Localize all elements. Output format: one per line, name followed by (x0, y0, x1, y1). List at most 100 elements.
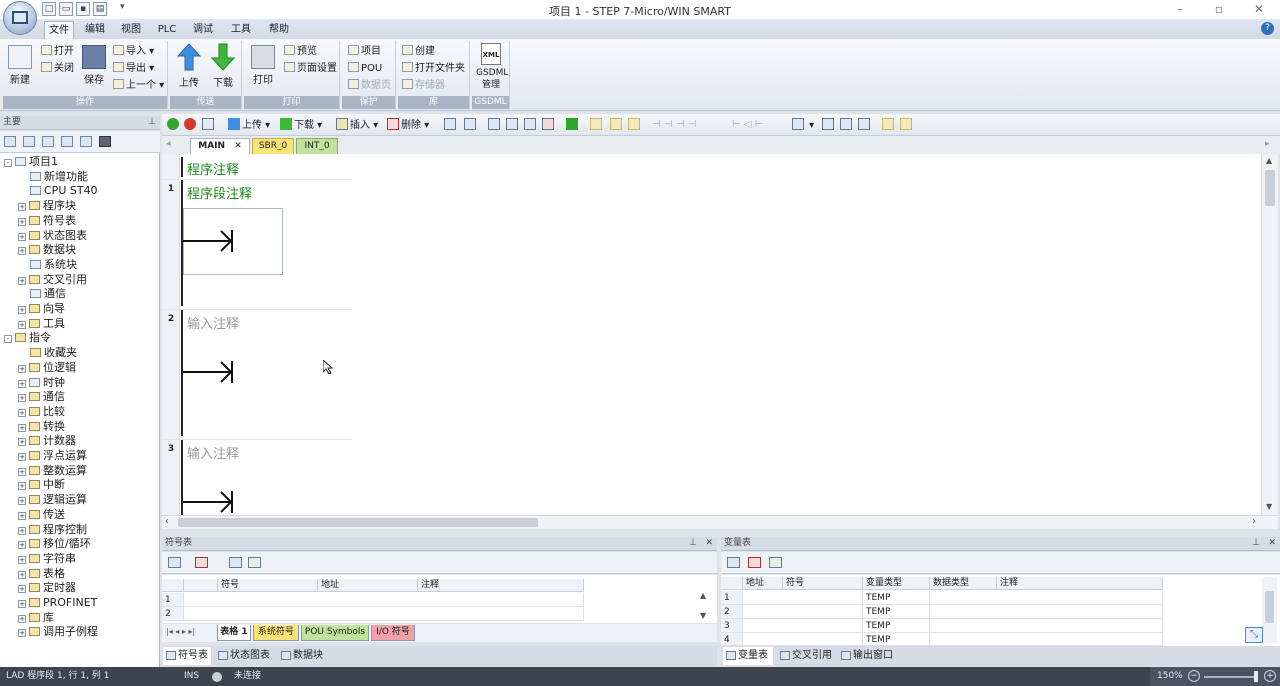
tree-item[interactable]: + 移位/循环 (18, 537, 91, 551)
scroll-up-icon[interactable]: ▲ (1266, 156, 1272, 165)
toolbar-icon[interactable] (464, 118, 478, 132)
table-cell[interactable] (930, 619, 1163, 633)
tab-sbr-0[interactable]: SBR_0 (252, 138, 294, 154)
expand-icon[interactable]: + (18, 217, 26, 226)
scroll-down-icon[interactable]: ▼ (1266, 502, 1272, 511)
table-tool-icon[interactable] (769, 557, 782, 568)
expand-icon[interactable]: + (18, 467, 26, 476)
table-add-icon[interactable] (727, 557, 740, 568)
tree-item[interactable]: 收藏夹 (18, 346, 77, 360)
pin-icon[interactable]: ⊥ (689, 537, 697, 550)
sheet-tab-io-symbols[interactable]: I/O 符号 (371, 625, 415, 641)
bottom-tab-output-window[interactable]: 输出窗口 (838, 647, 893, 665)
import-button[interactable]: 导入 ▾ (113, 44, 154, 59)
expand-icon[interactable]: + (18, 541, 26, 550)
ladder-editor[interactable] (162, 154, 1278, 515)
tree-item[interactable]: + 调用子例程 (18, 625, 98, 639)
horizontal-scroll-thumb[interactable] (178, 518, 538, 527)
tab-close-icon[interactable]: ✕ (234, 141, 242, 151)
tree-item[interactable]: - 指令 (4, 331, 51, 345)
variable-type-cell[interactable]: TEMP (863, 633, 930, 646)
expand-icon[interactable]: + (18, 408, 26, 417)
column-header[interactable]: 注释 (997, 577, 1163, 590)
table-delete-icon[interactable] (195, 557, 208, 568)
open-folder-button[interactable]: 打开文件夹 (402, 61, 465, 76)
compile-icon[interactable] (202, 118, 216, 132)
zoom-slider-thumb[interactable] (1254, 671, 1258, 682)
sheet-tab-pou-symbols[interactable]: POU Symbols (301, 625, 369, 641)
tree-item[interactable]: + 工具 (18, 317, 65, 331)
expand-icon[interactable]: + (18, 570, 26, 579)
expand-icon[interactable]: + (18, 614, 26, 623)
column-header[interactable]: 符号 (783, 577, 863, 590)
pin-icon[interactable]: ⊥ (1252, 537, 1260, 550)
tree-item[interactable]: 通信 (18, 287, 66, 301)
tree-item[interactable]: + 程序控制 (18, 523, 87, 537)
tree-item[interactable]: + 中断 (18, 478, 65, 492)
program-comment[interactable]: 程序注释 (187, 159, 239, 178)
tree-tool-icon[interactable] (42, 136, 54, 147)
tree-item[interactable]: 系统块 (18, 258, 77, 272)
expand-icon[interactable]: + (18, 320, 26, 329)
protect-pou-button[interactable]: POU (348, 61, 382, 76)
table-delete-icon[interactable] (748, 557, 761, 568)
toolbar-icon[interactable] (858, 118, 872, 132)
toolbar-icon[interactable] (542, 118, 556, 132)
toolbar-icon[interactable]: ▾ (792, 118, 814, 132)
expand-icon[interactable]: + (18, 423, 26, 432)
memory-button[interactable]: 存储器 (402, 78, 445, 93)
horizontal-scrollbar[interactable]: ‹ › (162, 515, 1278, 529)
scroll-right-icon[interactable]: › (1252, 516, 1256, 527)
variable-type-cell[interactable]: TEMP (863, 591, 930, 605)
application-menu-button[interactable] (3, 1, 37, 35)
menu-tab-plc[interactable]: PLC (152, 21, 182, 39)
table-cell[interactable] (930, 633, 1163, 646)
save-button[interactable]: 保存 (81, 45, 107, 86)
tree-item[interactable]: + 定时器 (18, 581, 76, 595)
tree-tool-icon[interactable] (99, 136, 111, 147)
tree-item[interactable]: + 传送 (18, 508, 65, 522)
table-cell[interactable] (930, 605, 1163, 619)
network-comment[interactable]: 程序段注释 (187, 183, 252, 202)
table-tool-icon[interactable] (229, 557, 242, 568)
expand-icon[interactable]: + (18, 482, 26, 491)
column-header[interactable]: 变量类型 (863, 577, 930, 590)
network-comment-placeholder[interactable]: 输入注释 (187, 443, 239, 462)
scroll-up-icon[interactable]: ▲ (700, 591, 706, 600)
new-button[interactable]: 新建 (7, 45, 33, 86)
variable-type-cell[interactable]: TEMP (863, 619, 930, 633)
bottom-tab-status-chart[interactable]: 状态图表 (215, 647, 270, 665)
scroll-left-icon[interactable]: ‹ (165, 516, 169, 527)
tree-item[interactable]: + 逻辑运算 (18, 493, 87, 507)
minimize-icon[interactable]: – (1165, 1, 1195, 18)
tree-tool-icon[interactable] (4, 136, 16, 147)
toolbar-icon[interactable] (590, 118, 604, 132)
column-header[interactable]: 地址 (318, 579, 418, 592)
close-project-button[interactable]: 关闭 (41, 61, 74, 76)
toolbar-icon[interactable] (900, 118, 914, 132)
tab-main[interactable]: MAIN ✕ (190, 138, 250, 154)
run-icon[interactable] (167, 118, 181, 132)
menu-tab-edit[interactable]: 编辑 (80, 21, 110, 39)
zoom-in-icon[interactable]: + (1264, 670, 1276, 682)
collapse-icon[interactable]: - (4, 159, 12, 167)
tree-item[interactable]: CPU ST40 (18, 184, 98, 198)
table-cell[interactable] (930, 591, 1163, 605)
tree-item[interactable]: + 程序块 (18, 199, 76, 213)
expand-icon[interactable]: + (18, 526, 26, 535)
print-button[interactable]: 打印 (250, 45, 276, 86)
bottom-tab-symbol-table[interactable]: 符号表 (163, 647, 211, 665)
bottom-tab-variable-table[interactable]: 变量表 (723, 647, 773, 665)
vertical-scroll-thumb[interactable] (1265, 170, 1275, 206)
column-header[interactable]: 地址 (743, 577, 783, 590)
menu-tab-file[interactable]: 文件 (44, 21, 74, 39)
expand-icon[interactable]: + (18, 364, 26, 373)
tree-item[interactable]: + 位逻辑 (18, 361, 76, 375)
menu-tab-debug[interactable]: 调试 (188, 21, 218, 39)
export-button[interactable]: 导出 ▾ (113, 61, 154, 76)
toolbar-icon[interactable] (610, 118, 624, 132)
table-row[interactable] (184, 593, 584, 607)
menu-tab-help[interactable]: 帮助 (264, 21, 294, 39)
create-library-button[interactable]: 创建 (402, 44, 435, 59)
toolbar-icon[interactable] (628, 118, 642, 132)
